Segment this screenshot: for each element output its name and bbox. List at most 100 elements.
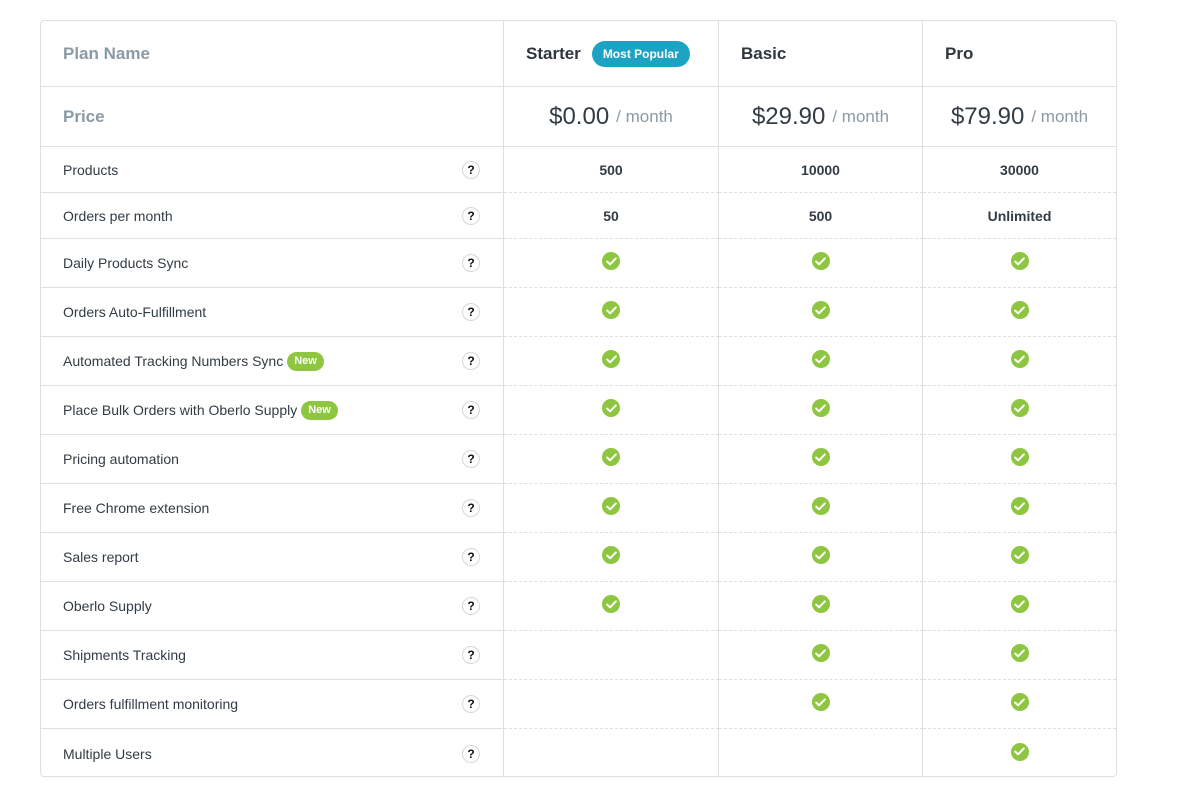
- feature-label-text: Sales report: [63, 549, 139, 565]
- feature-value-starter: [504, 484, 719, 533]
- check-circle-icon: [811, 399, 830, 417]
- feature-row: Orders Auto-Fulfillment?: [41, 288, 1116, 337]
- feature-label: Products: [63, 162, 118, 178]
- question-icon[interactable]: ?: [462, 499, 480, 517]
- plan-header-starter: Starter Most Popular: [504, 21, 719, 86]
- new-badge: New: [287, 351, 324, 371]
- feature-row: Oberlo Supply?: [41, 582, 1116, 631]
- question-icon[interactable]: ?: [462, 303, 480, 321]
- feature-label-cell: Daily Products Sync?: [41, 239, 504, 288]
- feature-row: Pricing automation?: [41, 435, 1116, 484]
- check-circle-icon: [602, 448, 620, 466]
- check-circle-icon: [811, 595, 830, 613]
- check-circle-icon: [811, 644, 830, 662]
- check-circle-icon: [1010, 301, 1029, 319]
- most-popular-badge: Most Popular: [591, 40, 690, 67]
- question-icon[interactable]: ?: [462, 254, 480, 272]
- feature-value-pro: [923, 729, 1116, 776]
- feature-value-starter: [504, 533, 719, 582]
- check-circle-icon: [1010, 546, 1029, 564]
- question-icon[interactable]: ?: [462, 646, 480, 664]
- feature-value-text: Unlimited: [987, 207, 1052, 224]
- feature-value-basic: 500: [719, 193, 923, 239]
- feature-label: Orders Auto-Fulfillment: [63, 304, 206, 320]
- feature-value-pro: [923, 484, 1116, 533]
- feature-row: Shipments Tracking?: [41, 631, 1116, 680]
- feature-label: Oberlo Supply: [63, 598, 152, 614]
- feature-label: Place Bulk Orders with Oberlo Supply New: [63, 400, 338, 420]
- feature-label-cell: Sales report?: [41, 533, 504, 582]
- feature-rows: Products? 500 10000 30000 Orders per month? 5…: [41, 147, 1116, 776]
- check-circle-icon: [811, 252, 830, 270]
- question-icon[interactable]: ?: [462, 450, 480, 468]
- feature-label-cell: Orders fulfillment monitoring?: [41, 680, 504, 729]
- feature-label: Orders fulfillment monitoring: [63, 696, 238, 712]
- feature-value-starter: [504, 582, 719, 631]
- feature-value-starter: 500: [504, 147, 719, 193]
- feature-label: Orders per month: [63, 208, 173, 224]
- feature-label-text: Shipments Tracking: [63, 647, 186, 663]
- question-icon[interactable]: ?: [462, 695, 480, 713]
- question-icon[interactable]: ?: [462, 548, 480, 566]
- check-circle-icon: [1010, 448, 1029, 466]
- check-circle-icon: [602, 399, 620, 417]
- feature-value-pro: [923, 239, 1116, 288]
- feature-value-text: 10000: [801, 161, 840, 178]
- check-circle-icon: [811, 546, 830, 564]
- price-label: Price: [63, 106, 105, 126]
- feature-label: Shipments Tracking: [63, 647, 186, 663]
- price-cell-starter: $0.00 / month: [504, 87, 719, 146]
- feature-value-starter: [504, 729, 719, 776]
- feature-value-pro: [923, 435, 1116, 484]
- check-circle-icon: [1010, 644, 1029, 662]
- feature-label: Automated Tracking Numbers Sync New: [63, 351, 324, 371]
- feature-value-starter: [504, 337, 719, 386]
- feature-label-text: Free Chrome extension: [63, 500, 210, 516]
- check-circle-icon: [1010, 350, 1029, 368]
- feature-label-text: Daily Products Sync: [63, 255, 189, 271]
- feature-label-cell: Automated Tracking Numbers Sync New?: [41, 337, 504, 386]
- question-icon[interactable]: ?: [462, 160, 480, 179]
- question-icon[interactable]: ?: [462, 401, 480, 419]
- feature-value-pro: [923, 386, 1116, 435]
- question-icon[interactable]: ?: [462, 597, 480, 615]
- price-amount-basic: $29.90: [751, 102, 826, 130]
- check-circle-icon: [811, 693, 830, 711]
- question-icon[interactable]: ?: [462, 206, 480, 225]
- feature-label-cell: Free Chrome extension?: [41, 484, 504, 533]
- plan-header-row: Plan Name Starter Most Popular Basic Pro: [41, 21, 1116, 87]
- check-circle-icon: [811, 301, 830, 319]
- feature-value-basic: [719, 337, 923, 386]
- feature-value-basic: [719, 729, 923, 776]
- feature-row: Place Bulk Orders with Oberlo Supply New?: [41, 386, 1116, 435]
- feature-value-starter: [504, 288, 719, 337]
- pricing-table: Plan Name Starter Most Popular Basic Pro…: [40, 20, 1117, 777]
- feature-value-text: 500: [808, 207, 833, 224]
- check-circle-icon: [602, 350, 620, 368]
- feature-label-cell: Products?: [41, 147, 504, 193]
- feature-label: Free Chrome extension: [63, 500, 209, 516]
- plan-name-label: Plan Name: [63, 43, 150, 63]
- feature-value-text: 50: [603, 207, 619, 224]
- feature-row: Products? 500 10000 30000: [41, 147, 1116, 193]
- question-icon[interactable]: ?: [462, 744, 480, 763]
- plan-name-label-cell: Plan Name: [41, 21, 504, 86]
- feature-label: Daily Products Sync: [63, 255, 188, 271]
- check-circle-icon: [1010, 497, 1029, 515]
- feature-label-cell: Oberlo Supply?: [41, 582, 504, 631]
- feature-value-pro: [923, 288, 1116, 337]
- feature-row: Daily Products Sync?: [41, 239, 1116, 288]
- feature-value-pro: [923, 582, 1116, 631]
- feature-value-pro: [923, 680, 1116, 729]
- check-circle-icon: [602, 301, 620, 319]
- feature-row: Orders per month? 50 500 Unlimited: [41, 193, 1116, 239]
- question-icon[interactable]: ?: [462, 352, 480, 370]
- plan-header-pro: Pro: [923, 21, 1116, 86]
- feature-value-pro: [923, 337, 1116, 386]
- price-unit: / month: [1031, 106, 1089, 126]
- feature-value-basic: [719, 288, 923, 337]
- plan-name-pro: Pro: [945, 43, 974, 63]
- check-circle-icon: [811, 497, 830, 515]
- feature-label-cell: Pricing automation?: [41, 435, 504, 484]
- plan-name-starter: Starter: [526, 43, 581, 63]
